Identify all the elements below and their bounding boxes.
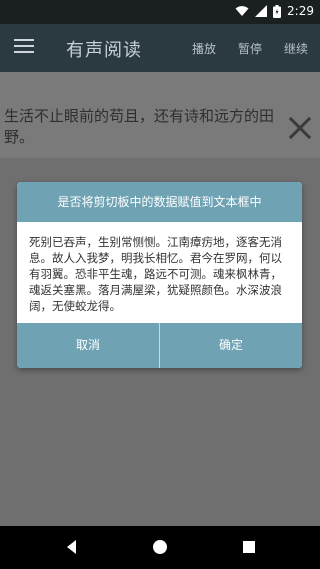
navigation-bar xyxy=(0,526,320,569)
play-button[interactable]: 播放 xyxy=(192,40,216,57)
menu-icon[interactable] xyxy=(14,39,34,57)
app-title: 有声阅读 xyxy=(66,40,142,61)
pause-button[interactable]: 暂停 xyxy=(238,40,262,57)
home-icon[interactable] xyxy=(151,538,169,556)
signal-icon xyxy=(255,5,268,17)
back-icon[interactable] xyxy=(63,538,81,556)
confirm-button[interactable]: 确定 xyxy=(160,323,302,368)
close-icon[interactable] xyxy=(288,116,312,140)
dialog-actions: 取消 确定 xyxy=(17,323,302,368)
text-panel: 生活不止眼前的苟且，还有诗和远方的田野。 xyxy=(0,72,320,158)
status-bar: 2:29 xyxy=(0,0,320,24)
status-icons: 2:29 xyxy=(235,4,314,18)
cancel-button[interactable]: 取消 xyxy=(17,323,159,368)
button-divider xyxy=(159,323,160,368)
dialog-title: 是否将剪切板中的数据赋值到文本框中 xyxy=(17,182,302,222)
battery-icon xyxy=(273,4,282,18)
resume-button[interactable]: 继续 xyxy=(284,40,308,57)
text-input[interactable]: 生活不止眼前的苟且，还有诗和远方的田野。 xyxy=(4,106,284,148)
status-time: 2:29 xyxy=(287,4,314,18)
app-bar: 有声阅读 播放 暂停 继续 xyxy=(0,24,320,72)
wifi-icon xyxy=(235,5,249,17)
recents-icon[interactable] xyxy=(240,538,258,556)
dialog-message: 死别已吞声，生别常恻恻。江南瘴疠地，逐客无消息。故人入我梦，明我长相忆。君今在罗… xyxy=(29,235,282,313)
clipboard-dialog: 是否将剪切板中的数据赋值到文本框中 死别已吞声，生别常恻恻。江南瘴疠地，逐客无消… xyxy=(17,182,302,368)
